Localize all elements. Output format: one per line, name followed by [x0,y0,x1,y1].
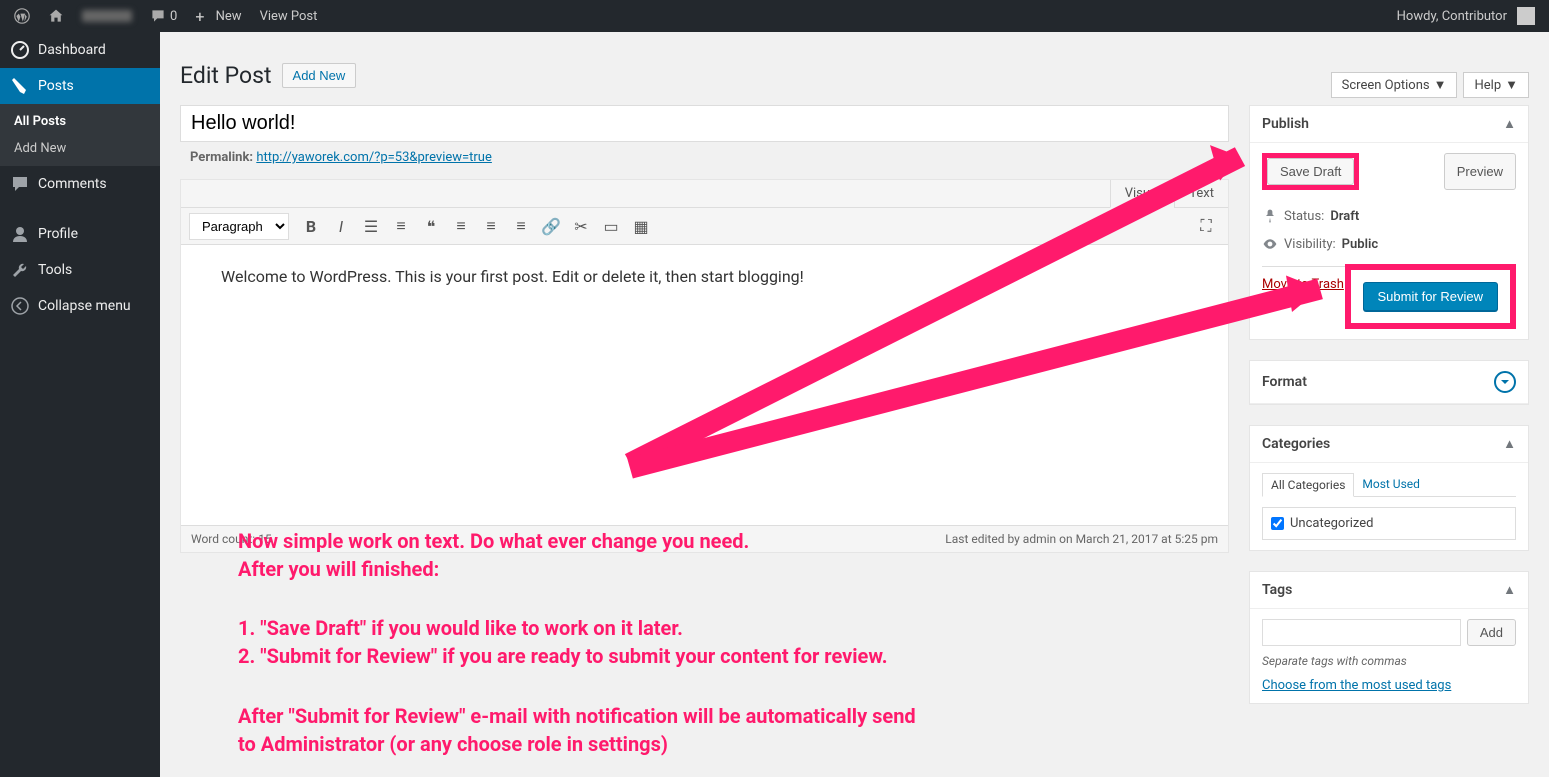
bold-icon[interactable]: B [297,212,325,240]
permalink-url[interactable]: http://yaworek.com/?p=53&preview=true [256,150,492,165]
permalink-row: Permalink: http://yaworek.com/?p=53&prev… [180,142,1229,179]
toggle-icon[interactable]: ▲ [1503,436,1516,452]
home-icon[interactable] [42,8,70,24]
align-center-icon[interactable]: ≡ [477,212,505,240]
categories-header: Categories [1262,436,1330,452]
sidebar-collapse[interactable]: Collapse menu [0,288,160,324]
preview-button[interactable]: Preview [1444,153,1516,190]
align-left-icon[interactable]: ≡ [447,212,475,240]
fullscreen-icon[interactable]: ⛶ [1192,212,1220,240]
editor-content[interactable]: Welcome to WordPress. This is your first… [181,245,1228,525]
format-box: Format [1249,360,1529,405]
category-checkbox[interactable] [1271,517,1284,530]
publish-box: Publish ▲ Save Draft Preview Status: Dra… [1249,105,1529,340]
view-post-link[interactable]: View Post [254,9,324,24]
format-toggle-icon[interactable] [1494,371,1516,393]
admin-sidebar: Dashboard Posts All Posts Add New Commen… [0,32,160,777]
chevron-down-icon: ▼ [1505,77,1518,93]
tags-help-text: Separate tags with commas [1262,654,1516,668]
page-title: Edit Post [180,62,272,89]
editor-box: Visual Text Paragraph B I ☰ ≡ ❝ ≡ ≡ ≡ 🔗 … [180,179,1229,553]
submit-for-review-button[interactable]: Submit for Review [1363,282,1498,311]
move-to-trash-link[interactable]: Move to Trash [1262,277,1344,292]
post-title-input[interactable] [180,105,1229,142]
publish-header: Publish [1262,116,1309,132]
tags-header: Tags [1262,582,1292,598]
chevron-down-icon: ▼ [1434,77,1447,93]
editor-tab-text[interactable]: Text [1174,180,1228,207]
wp-logo-icon[interactable] [8,8,36,24]
pin-icon [1262,208,1278,224]
save-draft-button[interactable]: Save Draft [1267,158,1354,185]
italic-icon[interactable]: I [327,212,355,240]
visibility-row: Visibility: Public [1262,230,1516,258]
link-icon[interactable]: 🔗 [537,212,565,240]
sidebar-posts-submenu: All Posts Add New [0,104,160,166]
unlink-icon[interactable]: ✂ [567,212,595,240]
howdy-user[interactable]: Howdy, Contributor [1391,7,1541,25]
sidebar-profile[interactable]: Profile [0,216,160,252]
categories-tab-all[interactable]: All Categories [1262,473,1354,497]
format-select[interactable]: Paragraph [189,213,289,240]
avatar-icon [1517,7,1535,25]
tags-add-button[interactable]: Add [1467,619,1516,646]
add-new-button[interactable]: Add New [282,63,357,88]
eye-icon [1262,236,1278,252]
sidebar-tools[interactable]: Tools [0,252,160,288]
toggle-icon[interactable]: ▲ [1503,582,1516,598]
tags-input[interactable] [1262,619,1461,646]
comments-bubble[interactable]: 0 [144,8,183,24]
tags-choose-link[interactable]: Choose from the most used tags [1262,678,1451,693]
toolbar-toggle-icon[interactable]: ▦ [627,212,655,240]
admin-topbar: 0 + New View Post Howdy, Contributor [0,0,1549,32]
main-content: Screen Options ▼ Help ▼ Edit Post Add Ne… [160,32,1549,777]
align-right-icon[interactable]: ≡ [507,212,535,240]
screen-options-button[interactable]: Screen Options ▼ [1331,72,1458,98]
editor-tab-visual[interactable]: Visual [1110,180,1175,208]
editor-statusbar: Word count: 15 Last edited by admin on M… [181,525,1228,552]
site-name-blurred[interactable] [76,10,138,22]
format-header: Format [1262,374,1307,390]
categories-box: Categories ▲ All Categories Most Used Un… [1249,425,1529,551]
category-item[interactable]: Uncategorized [1271,516,1507,531]
numbered-list-icon[interactable]: ≡ [387,212,415,240]
quote-icon[interactable]: ❝ [417,212,445,240]
sidebar-posts[interactable]: Posts [0,68,160,104]
status-row: Status: Draft [1262,202,1516,230]
categories-tab-most-used[interactable]: Most Used [1354,473,1428,496]
sidebar-dashboard[interactable]: Dashboard [0,32,160,68]
sidebar-add-new[interactable]: Add New [0,135,160,162]
sidebar-all-posts[interactable]: All Posts [0,108,160,135]
more-icon[interactable]: ▭ [597,212,625,240]
tags-box: Tags ▲ Add Separate tags with commas Cho… [1249,571,1529,704]
toggle-icon[interactable]: ▲ [1503,116,1516,132]
help-button[interactable]: Help ▼ [1463,72,1529,98]
new-menu[interactable]: + New [189,7,247,26]
editor-toolbar: Paragraph B I ☰ ≡ ❝ ≡ ≡ ≡ 🔗 ✂ ▭ ▦ ⛶ [181,208,1228,245]
sidebar-comments[interactable]: Comments [0,166,160,202]
bullet-list-icon[interactable]: ☰ [357,212,385,240]
